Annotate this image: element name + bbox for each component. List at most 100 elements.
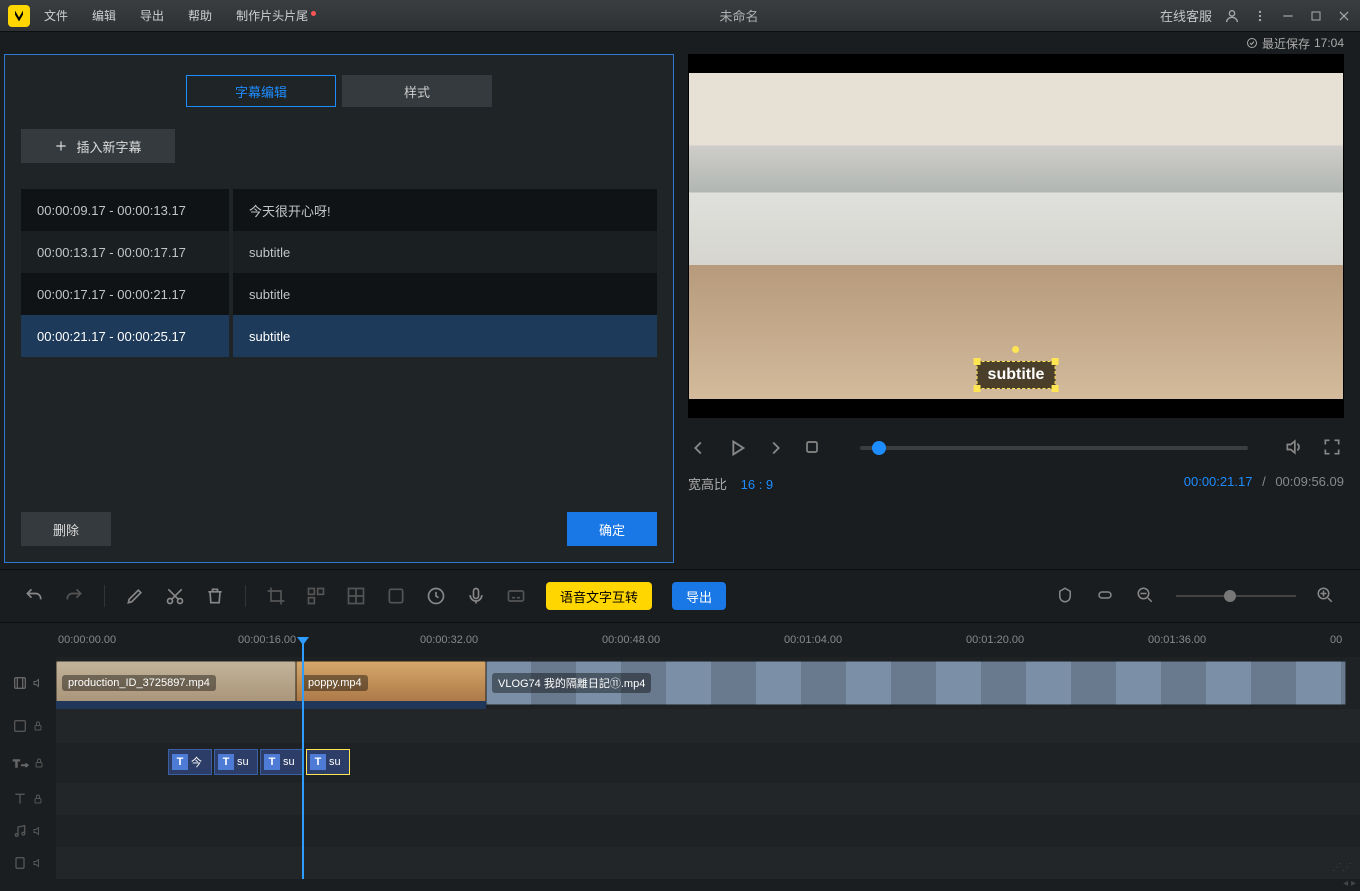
duration-tool[interactable] [426, 586, 446, 606]
fit-tool[interactable] [1096, 586, 1116, 606]
subtitle-row[interactable]: 00:00:21.17 - 00:00:25.17 subtitle [21, 315, 657, 357]
delete-button[interactable]: 删除 [21, 512, 111, 546]
subtitle-overlay[interactable]: subtitle [977, 361, 1056, 389]
toolbar-export-button[interactable]: 导出 [672, 582, 726, 610]
prev-frame-button[interactable] [688, 437, 710, 459]
film-icon [12, 718, 28, 734]
subtitle-time: 00:00:21.17 - 00:00:25.17 [21, 315, 229, 357]
save-status: 最近保存 17:04 [0, 32, 1360, 54]
online-service-link[interactable]: 在线客服 [1160, 6, 1212, 25]
sound-icon[interactable] [32, 677, 44, 689]
text-track-body[interactable] [56, 783, 1360, 815]
subtitle-clip[interactable]: T今 [168, 749, 212, 775]
video-clip[interactable]: VLOG74 我的隔離日記⑪.mp4 [486, 661, 1346, 705]
tab-subtitle-edit[interactable]: 字幕编辑 [186, 75, 336, 107]
time-ruler[interactable]: 00:00:00.00 00:00:16.00 00:00:32.00 00:0… [0, 623, 1360, 657]
aspect-label: 宽高比 [688, 477, 727, 492]
subtitle-row[interactable]: 00:00:17.17 - 00:00:21.17 subtitle [21, 273, 657, 315]
zoom-thumb[interactable] [1224, 590, 1236, 602]
ruler-mark: 00:00:32.00 [420, 634, 478, 646]
check-circle-icon [1246, 37, 1258, 49]
subtitle-list: 00:00:09.17 - 00:00:13.17 今天很开心呀! 00:00:… [21, 189, 657, 512]
next-frame-button[interactable] [764, 437, 786, 459]
video-preview[interactable]: subtitle [688, 54, 1344, 418]
clip-label: poppy.mp4 [302, 675, 368, 691]
save-label: 最近保存 [1262, 35, 1310, 52]
tab-style[interactable]: 样式 [342, 75, 492, 107]
lock-icon[interactable] [32, 720, 44, 732]
mic-tool[interactable] [466, 586, 486, 606]
insert-subtitle-button[interactable]: 插入新字幕 [21, 129, 175, 163]
zoom-out-button[interactable] [1136, 586, 1156, 606]
fullscreen-button[interactable] [1322, 437, 1344, 459]
grid-tool[interactable] [346, 586, 366, 606]
preview-info: 宽高比 16 : 9 00:00:21.17 / 00:09:56.09 [688, 468, 1344, 493]
progress-thumb[interactable] [872, 441, 886, 455]
crop-tool[interactable] [266, 586, 286, 606]
subtitle-tool[interactable] [506, 586, 526, 606]
frame-tool[interactable] [386, 586, 406, 606]
redo-button[interactable] [64, 586, 84, 606]
subtitle-clip[interactable]: Tsu [260, 749, 304, 775]
subtitle-text: subtitle [233, 231, 657, 273]
progress-bar[interactable] [860, 446, 1248, 450]
more-icon[interactable] [1252, 8, 1268, 24]
play-button[interactable] [726, 437, 748, 459]
aspect-value[interactable]: 16 : 9 [741, 477, 774, 492]
video-track-body[interactable]: production_ID_3725897.mp4 poppy.mp4 VLOG… [56, 657, 1360, 709]
overlay-track-body[interactable] [56, 709, 1360, 743]
menu-export[interactable]: 导出 [130, 7, 174, 24]
user-icon[interactable] [1224, 8, 1240, 24]
menu-file[interactable]: 文件 [34, 7, 78, 24]
audio-track [0, 815, 1360, 847]
resize-handle[interactable] [1051, 358, 1058, 365]
audio-track-body[interactable] [56, 815, 1360, 847]
lock-icon[interactable] [32, 793, 44, 805]
resize-handle[interactable] [1051, 385, 1058, 392]
sound-icon[interactable] [32, 857, 44, 869]
mosaic-tool[interactable] [306, 586, 326, 606]
menu-titles[interactable]: 制作片头片尾 [226, 7, 318, 24]
timeline: 00:00:00.00 00:00:16.00 00:00:32.00 00:0… [0, 623, 1360, 891]
cut-tool[interactable] [165, 586, 185, 606]
subtitle-clip[interactable]: Tsu [214, 749, 258, 775]
video-clip[interactable]: poppy.mp4 [296, 661, 486, 705]
delete-tool[interactable] [205, 586, 225, 606]
stop-button[interactable] [802, 437, 824, 459]
subtitle-track-body[interactable]: T今 Tsu Tsu Tsu [56, 743, 1360, 783]
subtitle-text: subtitle [233, 273, 657, 315]
lock-icon[interactable] [33, 757, 45, 769]
ruler-mark: 00:01:04.00 [784, 634, 842, 646]
volume-button[interactable] [1284, 437, 1306, 459]
marker-tool[interactable] [1056, 586, 1076, 606]
sound-icon[interactable] [32, 825, 44, 837]
resize-grip-icon[interactable]: ⋰⋰ [1332, 862, 1352, 873]
video-clip[interactable]: production_ID_3725897.mp4 [56, 661, 296, 705]
zoom-slider[interactable] [1176, 595, 1296, 597]
insert-subtitle-label: 插入新字幕 [76, 137, 141, 156]
edit-tool[interactable] [125, 586, 145, 606]
subtitle-row[interactable]: 00:00:13.17 - 00:00:17.17 subtitle [21, 231, 657, 273]
undo-button[interactable] [24, 586, 44, 606]
menu-edit[interactable]: 编辑 [82, 7, 126, 24]
speech-to-text-button[interactable]: 语音文字互转 [546, 582, 652, 610]
playhead[interactable] [302, 643, 304, 879]
svg-text:T→: T→ [13, 758, 29, 770]
resize-handle[interactable] [974, 358, 981, 365]
rotate-handle[interactable] [1012, 346, 1019, 353]
text-track [0, 783, 1360, 815]
menu-help[interactable]: 帮助 [178, 7, 222, 24]
close-button[interactable] [1336, 8, 1352, 24]
ok-button[interactable]: 确定 [567, 512, 657, 546]
minimize-button[interactable] [1280, 8, 1296, 24]
extra-track-body[interactable]: ⋰⋰ [56, 847, 1360, 879]
subtitle-row[interactable]: 00:00:09.17 - 00:00:13.17 今天很开心呀! [21, 189, 657, 231]
zoom-in-button[interactable] [1316, 586, 1336, 606]
maximize-button[interactable] [1308, 8, 1324, 24]
resize-handle[interactable] [974, 385, 981, 392]
scroll-indicator: ◂ ▸ [1343, 878, 1356, 889]
extra-track: ⋰⋰ [0, 847, 1360, 879]
clip-label: VLOG74 我的隔離日記⑪.mp4 [492, 673, 651, 693]
transport-controls [688, 418, 1344, 468]
subtitle-clip[interactable]: Tsu [306, 749, 350, 775]
